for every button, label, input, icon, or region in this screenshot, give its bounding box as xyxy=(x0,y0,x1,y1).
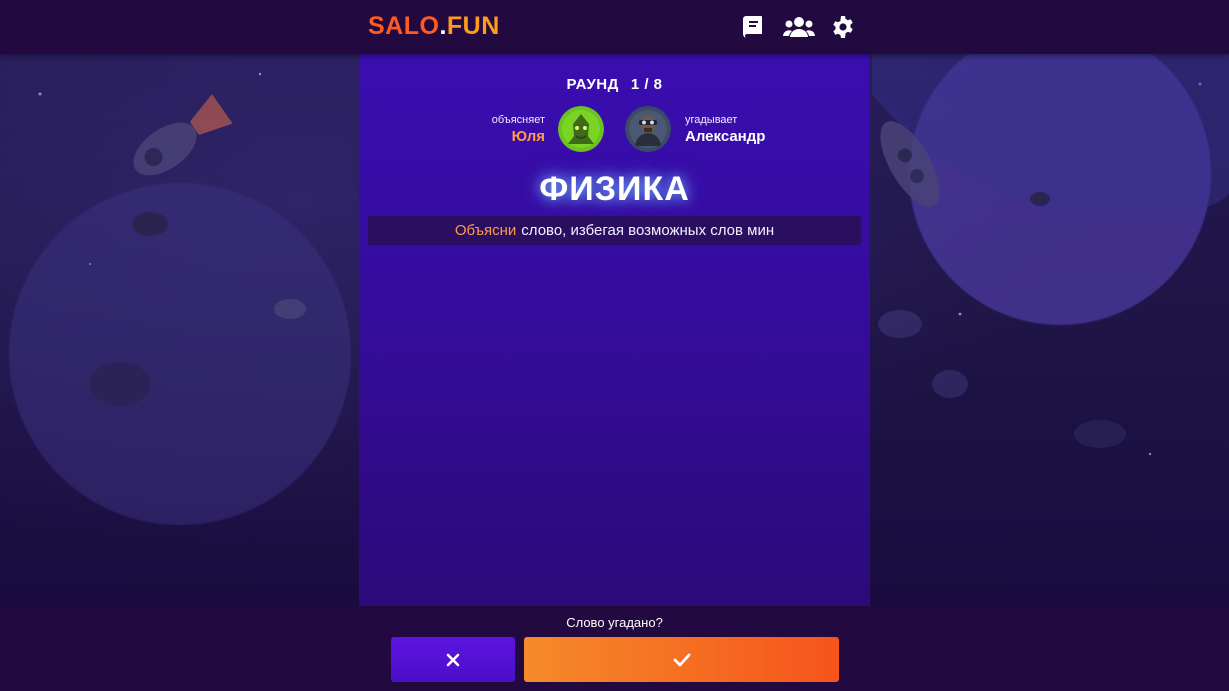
rules-button[interactable] xyxy=(738,12,768,42)
players-button[interactable] xyxy=(782,12,816,42)
round-value: 1 / 8 xyxy=(630,76,663,93)
answer-bar: Слово угадано? xyxy=(0,606,1229,691)
logo-part2: FUN xyxy=(446,12,500,40)
users-icon xyxy=(783,17,815,37)
explainer-name: Юля xyxy=(511,128,545,145)
guesser-name: Александр xyxy=(685,128,766,145)
round-indicator: РАУНД 1 / 8 xyxy=(359,76,870,93)
book-icon xyxy=(743,16,762,38)
gear-icon xyxy=(833,16,853,38)
round-label: РАУНД xyxy=(566,76,619,93)
explainer-avatar xyxy=(558,106,604,152)
top-header: SALO.FUN xyxy=(0,0,1229,54)
guess-question: Слово угадано? xyxy=(566,615,663,630)
close-icon xyxy=(446,653,460,666)
game-panel: РАУНД 1 / 8 объясняет Юля угадывает Алек… xyxy=(359,54,870,606)
explainer-info: объясняет Юля xyxy=(492,114,545,145)
players-row: объясняет Юля угадывает Александр xyxy=(359,106,870,156)
guesser-role: угадывает xyxy=(685,114,738,126)
logo-part1: SALO xyxy=(368,12,440,40)
guessed-button[interactable] xyxy=(524,637,839,682)
logo-dot: . xyxy=(439,12,447,40)
not-guessed-button[interactable] xyxy=(391,637,515,682)
explainer-role: объясняет xyxy=(491,114,545,126)
settings-button[interactable] xyxy=(828,12,858,42)
hint-highlight: Объясни xyxy=(454,222,517,239)
logo[interactable]: SALO.FUN xyxy=(368,12,500,41)
secret-word: ФИЗИКА xyxy=(539,170,690,208)
hint-bar: Объясни слово, избегая возможных слов мин xyxy=(368,216,861,245)
check-icon xyxy=(673,653,690,666)
guesser-avatar xyxy=(625,106,671,152)
hint-text: слово, избегая возможных слов мин xyxy=(521,222,775,239)
guesser-info: угадывает Александр xyxy=(685,114,765,145)
